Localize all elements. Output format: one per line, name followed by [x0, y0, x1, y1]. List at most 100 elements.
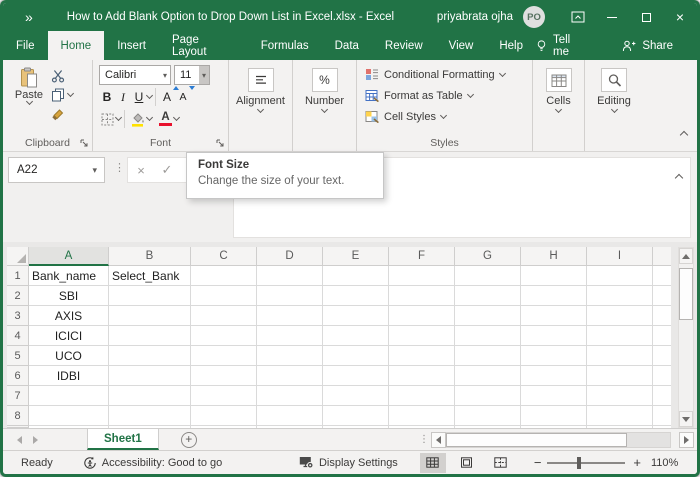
cell-A7[interactable]: [29, 386, 109, 406]
grid-cell[interactable]: [257, 406, 323, 426]
sheet-nav-prev-button[interactable]: [11, 435, 27, 444]
grid-cell[interactable]: [257, 326, 323, 346]
tab-file[interactable]: File: [3, 31, 48, 60]
cancel-button[interactable]: ×: [128, 163, 154, 178]
grid-cell[interactable]: [587, 386, 653, 406]
grid-cell[interactable]: [455, 346, 521, 366]
collapse-formula-bar-button[interactable]: [674, 168, 684, 186]
quick-access-toolbar-chevrons-icon[interactable]: »: [25, 10, 33, 24]
avatar[interactable]: PO: [523, 6, 545, 28]
grid-cell[interactable]: [587, 346, 653, 366]
page-layout-view-button[interactable]: [454, 453, 480, 473]
font-color-dropdown-icon[interactable]: [172, 113, 181, 122]
grid-cell[interactable]: [323, 406, 389, 426]
grid-cell[interactable]: [455, 406, 521, 426]
tab-help[interactable]: Help: [486, 31, 536, 60]
grid-cell[interactable]: [587, 366, 653, 386]
accessibility-status-button[interactable]: Accessibility: Good to go: [83, 456, 222, 470]
grid-cell[interactable]: [521, 366, 587, 386]
zoom-out-button[interactable]: −: [534, 455, 542, 470]
grid-cell[interactable]: [191, 306, 257, 326]
grid-cell[interactable]: [521, 346, 587, 366]
grid-cell[interactable]: [389, 306, 455, 326]
cells-button[interactable]: Cells: [535, 64, 582, 147]
bold-button[interactable]: B: [99, 88, 115, 106]
scroll-down-button[interactable]: [679, 411, 693, 427]
grid-cell[interactable]: [257, 286, 323, 306]
zoom-in-button[interactable]: +: [633, 455, 641, 470]
cell-A5[interactable]: UCO: [29, 346, 109, 366]
horizontal-scroll-track[interactable]: [446, 432, 671, 448]
grid-cell[interactable]: [389, 386, 455, 406]
row-header-4[interactable]: 4: [7, 326, 29, 346]
number-button[interactable]: % Number: [295, 64, 354, 147]
status-mode[interactable]: Ready: [21, 457, 53, 469]
italic-button[interactable]: I: [115, 88, 131, 106]
fill-color-dropdown-icon[interactable]: [145, 113, 154, 122]
column-header-I[interactable]: I: [587, 247, 653, 266]
row-header-6[interactable]: 6: [7, 366, 29, 386]
select-all-button[interactable]: [7, 247, 29, 266]
column-header-C[interactable]: C: [191, 247, 257, 266]
grid-cell[interactable]: [191, 406, 257, 426]
grid-cell[interactable]: [191, 346, 257, 366]
grid-cell[interactable]: [323, 266, 389, 286]
font-size-select[interactable]: 11 ▾: [174, 65, 210, 85]
name-box[interactable]: A22 ▾: [8, 157, 105, 183]
zoom-slider-thumb[interactable]: [577, 456, 582, 469]
grid-cell[interactable]: [257, 266, 323, 286]
grid-cell[interactable]: [521, 406, 587, 426]
scroll-right-button[interactable]: [679, 432, 694, 448]
tab-bar-splitter[interactable]: ⋮: [419, 434, 429, 445]
ribbon-display-options-button[interactable]: [561, 3, 595, 31]
font-name-select[interactable]: Calibri ▾: [99, 65, 171, 85]
grid-cell[interactable]: [323, 366, 389, 386]
column-header-G[interactable]: G: [455, 247, 521, 266]
normal-view-button[interactable]: [419, 452, 446, 473]
grid-cell[interactable]: [323, 346, 389, 366]
scroll-up-button[interactable]: [679, 248, 693, 264]
row-header-5[interactable]: 5: [7, 346, 29, 366]
grid-cell[interactable]: [521, 306, 587, 326]
grid-cell[interactable]: [455, 326, 521, 346]
scroll-left-button[interactable]: [431, 432, 446, 448]
maximize-button[interactable]: [629, 3, 663, 31]
share-button[interactable]: Share: [622, 40, 673, 52]
enter-button[interactable]: ✓: [154, 162, 180, 178]
grid-cell[interactable]: [587, 266, 653, 286]
grid-cell[interactable]: [257, 366, 323, 386]
underline-dropdown-icon[interactable]: [145, 91, 154, 100]
column-header-H[interactable]: H: [521, 247, 587, 266]
grid-cell[interactable]: [191, 266, 257, 286]
format-as-table-button[interactable]: Format as Table: [365, 85, 528, 106]
display-settings-button[interactable]: Display Settings: [299, 456, 398, 469]
horizontal-scrollbar[interactable]: [431, 432, 694, 448]
page-break-view-button[interactable]: [488, 453, 514, 473]
grid-cell[interactable]: [323, 326, 389, 346]
name-box-dropdown-icon[interactable]: ▾: [92, 165, 104, 176]
formula-bar-drag-handle[interactable]: ⋮: [114, 161, 125, 174]
horizontal-scroll-thumb[interactable]: [446, 433, 628, 447]
column-header-B[interactable]: B: [109, 247, 191, 266]
row-header-2[interactable]: 2: [7, 286, 29, 306]
grid-cell[interactable]: [191, 286, 257, 306]
close-button[interactable]: ×: [663, 3, 697, 31]
grid-cell[interactable]: [455, 286, 521, 306]
vertical-scroll-thumb[interactable]: [679, 268, 693, 320]
tab-page-layout[interactable]: Page Layout: [159, 31, 248, 60]
grid-cell[interactable]: [521, 286, 587, 306]
tab-data[interactable]: Data: [322, 31, 372, 60]
cell-A2[interactable]: SBI: [29, 286, 109, 306]
grid-cell[interactable]: [587, 406, 653, 426]
add-sheet-button[interactable]: +: [180, 431, 197, 448]
grid-cell[interactable]: [521, 266, 587, 286]
grid-cell[interactable]: [389, 266, 455, 286]
alignment-button[interactable]: Alignment: [231, 64, 290, 147]
decrease-font-size-button[interactable]: A: [175, 86, 195, 106]
cell-B2[interactable]: [109, 286, 191, 306]
cell-A8[interactable]: [29, 406, 109, 426]
cell-A6[interactable]: IDBI: [29, 366, 109, 386]
grid-cell[interactable]: [587, 286, 653, 306]
copy-button[interactable]: [51, 87, 75, 103]
tab-view[interactable]: View: [436, 31, 487, 60]
